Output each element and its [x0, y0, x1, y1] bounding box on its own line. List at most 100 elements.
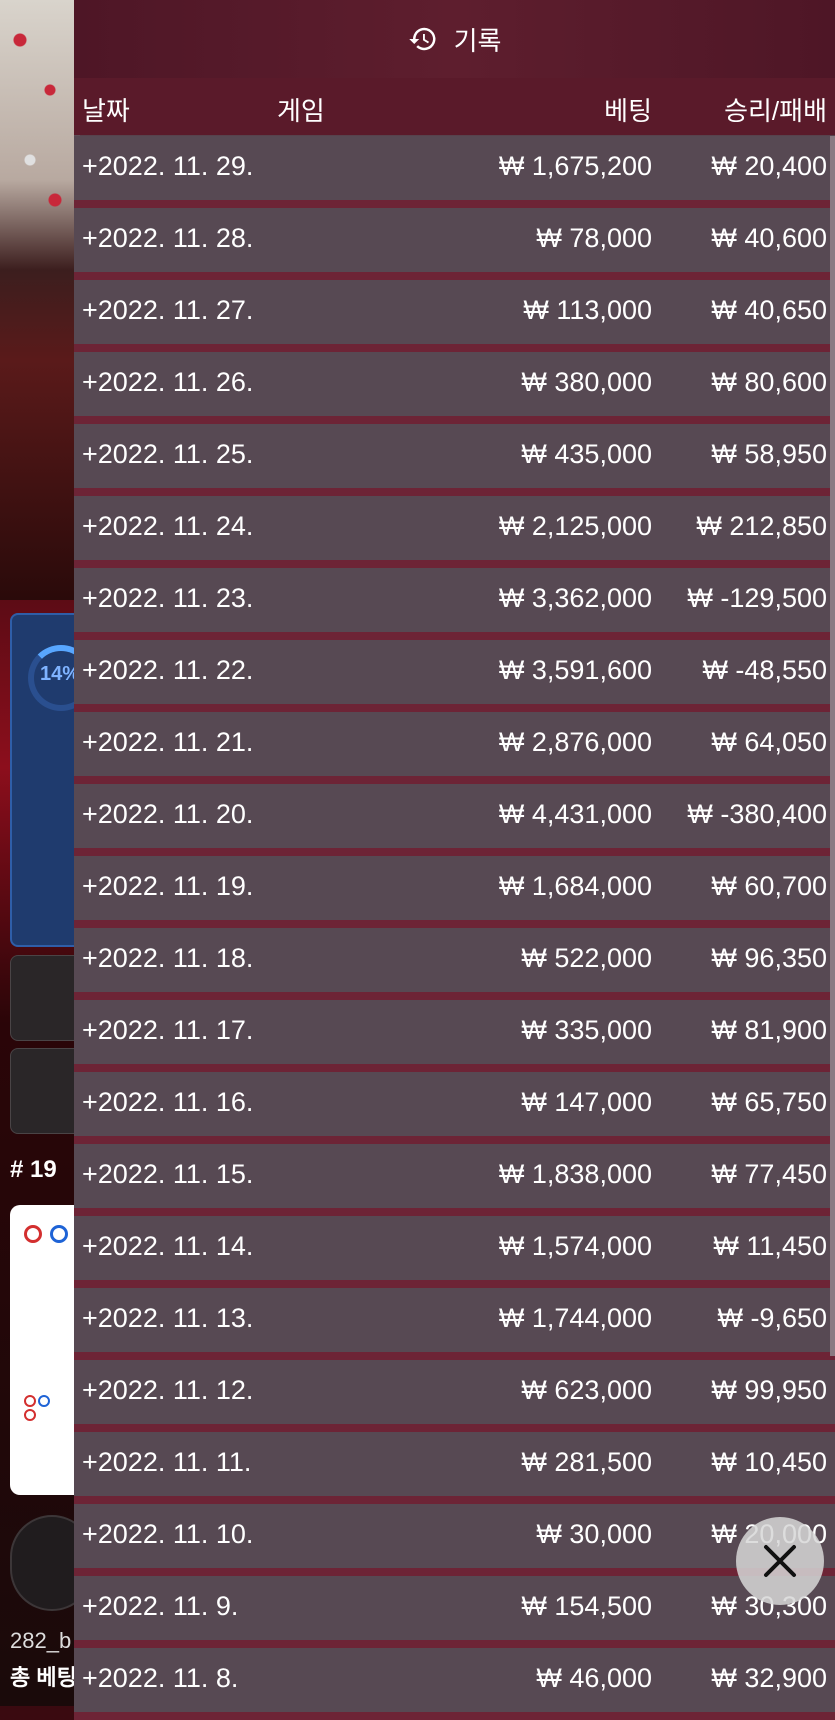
row-divider: [74, 1568, 835, 1576]
row-divider: [74, 272, 835, 280]
column-header: 날짜 게임 베팅 승리/패배: [74, 78, 835, 135]
close-icon: [764, 1545, 796, 1577]
row-date: +2022. 11. 29.: [82, 151, 254, 181]
history-row[interactable]: +2022. 11. 24. ₩ 2,125,000 ₩ 212,850: [74, 496, 835, 560]
road-marker: [24, 1409, 36, 1421]
row-date: +2022. 11. 16.: [82, 1087, 254, 1117]
history-row[interactable]: +2022. 11. 28. ₩ 78,000 ₩ 40,600: [74, 208, 835, 272]
row-winloss: ₩ 212,850: [696, 511, 827, 541]
row-date: +2022. 11. 12.: [82, 1375, 254, 1405]
row-bet: ₩ 1,744,000: [498, 1303, 652, 1333]
history-row[interactable]: +2022. 11. 11. ₩ 281,500 ₩ 10,450: [74, 1432, 835, 1496]
row-divider: [74, 1064, 835, 1072]
row-winloss: ₩ -48,550: [702, 655, 827, 685]
history-row[interactable]: +2022. 11. 12. ₩ 623,000 ₩ 99,950: [74, 1360, 835, 1424]
row-bet: ₩ 435,000: [521, 439, 652, 469]
row-bet: ₩ 154,500: [521, 1591, 652, 1621]
road-marker: [24, 1395, 36, 1407]
history-row[interactable]: +2022. 11. 25. ₩ 435,000 ₩ 58,950: [74, 424, 835, 488]
row-date: +2022. 11. 15.: [82, 1159, 254, 1189]
row-bet: ₩ 1,574,000: [498, 1231, 652, 1261]
panel-title: 기록: [453, 25, 502, 56]
history-header: 기록: [74, 0, 835, 78]
row-divider: [74, 1496, 835, 1504]
row-date: +2022. 11. 14.: [82, 1231, 254, 1261]
row-bet: ₩ 78,000: [536, 223, 652, 253]
row-winloss: ₩ 58,950: [711, 439, 827, 469]
column-date: 날짜: [82, 96, 130, 126]
history-row[interactable]: +2022. 11. 21. ₩ 2,876,000 ₩ 64,050: [74, 712, 835, 776]
row-date: +2022. 11. 8.: [82, 1663, 239, 1693]
road-marker: [24, 1225, 42, 1243]
history-row[interactable]: +2022. 11. 13. ₩ 1,744,000 ₩ -9,650: [74, 1288, 835, 1352]
row-bet: ₩ 3,591,600: [498, 655, 652, 685]
row-divider: [74, 416, 835, 424]
row-date: +2022. 11. 19.: [82, 871, 254, 901]
row-divider: [74, 1352, 835, 1360]
history-row[interactable]: +2022. 11. 14. ₩ 1,574,000 ₩ 11,450: [74, 1216, 835, 1280]
history-row[interactable]: +2022. 11. 15. ₩ 1,838,000 ₩ 77,450: [74, 1144, 835, 1208]
history-row[interactable]: +2022. 11. 9. ₩ 154,500 ₩ 30,300: [74, 1576, 835, 1640]
row-bet: ₩ 2,876,000: [498, 727, 652, 757]
row-winloss: ₩ 77,450: [711, 1159, 827, 1189]
row-date: +2022. 11. 20.: [82, 799, 254, 829]
history-row[interactable]: +2022. 11. 22. ₩ 3,591,600 ₩ -48,550: [74, 640, 835, 704]
history-row[interactable]: +2022. 11. 27. ₩ 113,000 ₩ 40,650: [74, 280, 835, 344]
row-winloss: ₩ 81,900: [711, 1015, 827, 1045]
history-row[interactable]: +2022. 11. 10.₩ 30,000₩ 20,000: [74, 1504, 835, 1568]
history-row[interactable]: +2022. 11. 29. ₩ 1,675,200 ₩ 20,400: [74, 136, 835, 200]
history-icon: [408, 27, 436, 51]
history-row[interactable]: +2022. 11. 20. ₩ 4,431,000 ₩ -380,400: [74, 784, 835, 848]
column-bet: 베팅: [604, 96, 652, 126]
row-date: +2022. 11. 27.: [82, 295, 254, 325]
scrollbar[interactable]: [830, 136, 835, 1356]
row-divider: [74, 344, 835, 352]
row-divider: [74, 704, 835, 712]
history-panel: 기록 날짜 게임 베팅 승리/패배 +2022. 11. 29. ₩ 1,675,…: [74, 0, 835, 1720]
history-row[interactable]: +2022. 11. 16. ₩ 147,000 ₩ 65,750: [74, 1072, 835, 1136]
road-marker: [38, 1395, 50, 1407]
row-bet: ₩ 4,431,000: [498, 799, 652, 829]
row-winloss: ₩ -9,650: [717, 1303, 827, 1333]
row-date: +2022. 11. 17.: [82, 1015, 254, 1045]
history-row[interactable]: +2022. 11. 18. ₩ 522,000 ₩ 96,350: [74, 928, 835, 992]
row-bet: ₩ 380,000: [521, 367, 652, 397]
row-bet: ₩ 1,675,200: [498, 151, 652, 181]
row-date: +2022. 11. 22.: [82, 655, 254, 685]
history-row[interactable]: +2022. 11. 8. ₩ 46,000 ₩ 32,900: [74, 1648, 835, 1712]
row-bet: ₩ 335,000: [521, 1015, 652, 1045]
column-game: 게임: [277, 96, 325, 126]
row-winloss: ₩ -380,400: [687, 799, 827, 829]
row-winloss: ₩ 20,400: [711, 151, 827, 181]
history-row[interactable]: +2022. 11. 26. ₩ 380,000 ₩ 80,600: [74, 352, 835, 416]
road-marker: [50, 1225, 68, 1243]
row-bet: ₩ 147,000: [521, 1087, 652, 1117]
row-divider: [74, 560, 835, 568]
round-number: # 19: [10, 1156, 57, 1183]
row-bet: ₩ 1,838,000: [498, 1159, 652, 1189]
row-date: +2022. 11. 9.: [82, 1591, 239, 1621]
username: 282_b: [10, 1628, 72, 1653]
row-divider: [74, 1424, 835, 1432]
table-artwork: [0, 0, 80, 600]
row-divider: [74, 632, 835, 640]
history-row[interactable]: +2022. 11. 17. ₩ 335,000 ₩ 81,900: [74, 1000, 835, 1064]
history-row[interactable]: +2022. 11. 19. ₩ 1,684,000 ₩ 60,700: [74, 856, 835, 920]
close-button[interactable]: [736, 1517, 824, 1605]
row-date: +2022. 11. 10.: [82, 1519, 254, 1549]
row-winloss: ₩ 60,700: [711, 871, 827, 901]
total-bet-label: 총 베팅: [10, 1665, 77, 1690]
row-bet: ₩ 281,500: [521, 1447, 652, 1477]
row-winloss: ₩ 10,450: [711, 1447, 827, 1477]
row-winloss: ₩ 64,050: [711, 727, 827, 757]
row-bet: ₩ 113,000: [523, 295, 652, 325]
row-divider: [74, 1640, 835, 1648]
row-divider: [74, 848, 835, 856]
row-divider: [74, 776, 835, 784]
history-row[interactable]: +2022. 11. 23. ₩ 3,362,000 ₩ -129,500: [74, 568, 835, 632]
row-bet: ₩ 30,000: [536, 1519, 652, 1549]
row-date: +2022. 11. 25.: [82, 439, 254, 469]
row-bet: ₩ 46,000: [536, 1663, 652, 1693]
row-bet: ₩ 522,000: [521, 943, 652, 973]
row-winloss: ₩ 40,600: [711, 223, 827, 253]
